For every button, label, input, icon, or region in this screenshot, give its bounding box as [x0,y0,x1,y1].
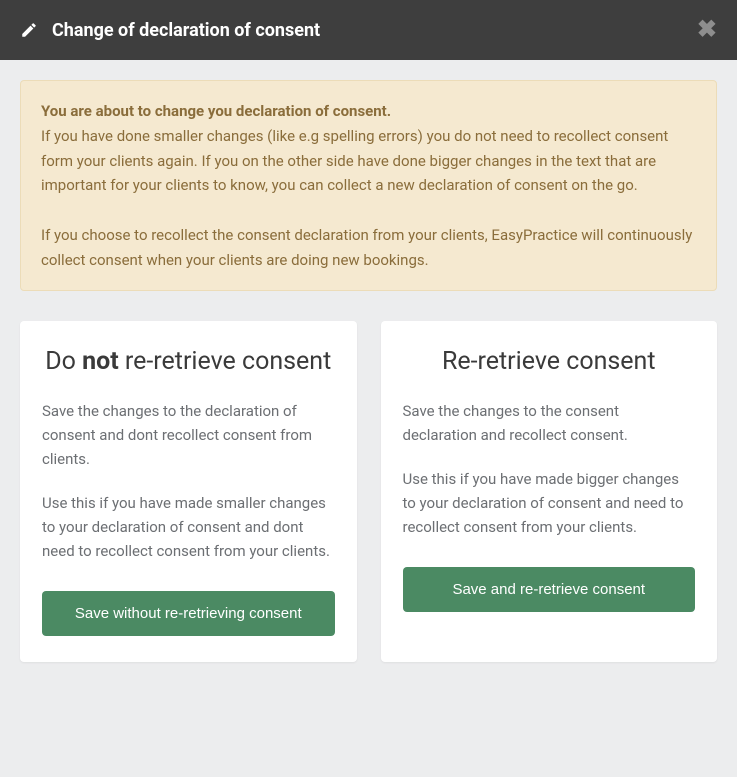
card-desc-1: Save the changes to the consent declarat… [403,399,696,447]
modal-header: Change of declaration of consent ✖ [0,0,737,60]
card-do-not-retrieve: Do not re-retrieve consent Save the chan… [20,321,357,662]
title-bold: not [82,347,119,376]
save-without-retrieve-button[interactable]: Save without re-retrieving consent [42,591,335,636]
modal-title: Change of declaration of consent [52,20,320,41]
modal-body: You are about to change you declaration … [0,60,737,682]
card-desc-2: Use this if you have made smaller change… [42,491,335,563]
card-title-retrieve: Re-retrieve consent [403,345,696,379]
pencil-icon [20,21,38,39]
card-text-no-retrieve: Save the changes to the declaration of c… [42,399,335,563]
title-suffix: re-retrieve consent [119,347,332,376]
alert-bold-line: You are about to change you declaration … [41,102,391,120]
card-desc-1: Save the changes to the declaration of c… [42,399,335,471]
alert-warning: You are about to change you declaration … [20,80,717,291]
options-row: Do not re-retrieve consent Save the chan… [20,321,717,662]
save-and-retrieve-button[interactable]: Save and re-retrieve consent [403,567,696,612]
card-retrieve: Re-retrieve consent Save the changes to … [381,321,718,662]
alert-paragraph-1: If you have done smaller changes (like e… [41,127,668,195]
card-text-retrieve: Save the changes to the consent declarat… [403,399,696,539]
card-desc-2: Use this if you have made bigger changes… [403,467,696,539]
close-button[interactable]: ✖ [697,18,717,42]
card-title-no-retrieve: Do not re-retrieve consent [42,345,335,379]
close-icon: ✖ [697,16,717,43]
title-prefix: Do [45,347,82,376]
alert-paragraph-2: If you choose to recollect the consent d… [41,226,692,269]
header-left: Change of declaration of consent [20,20,320,41]
